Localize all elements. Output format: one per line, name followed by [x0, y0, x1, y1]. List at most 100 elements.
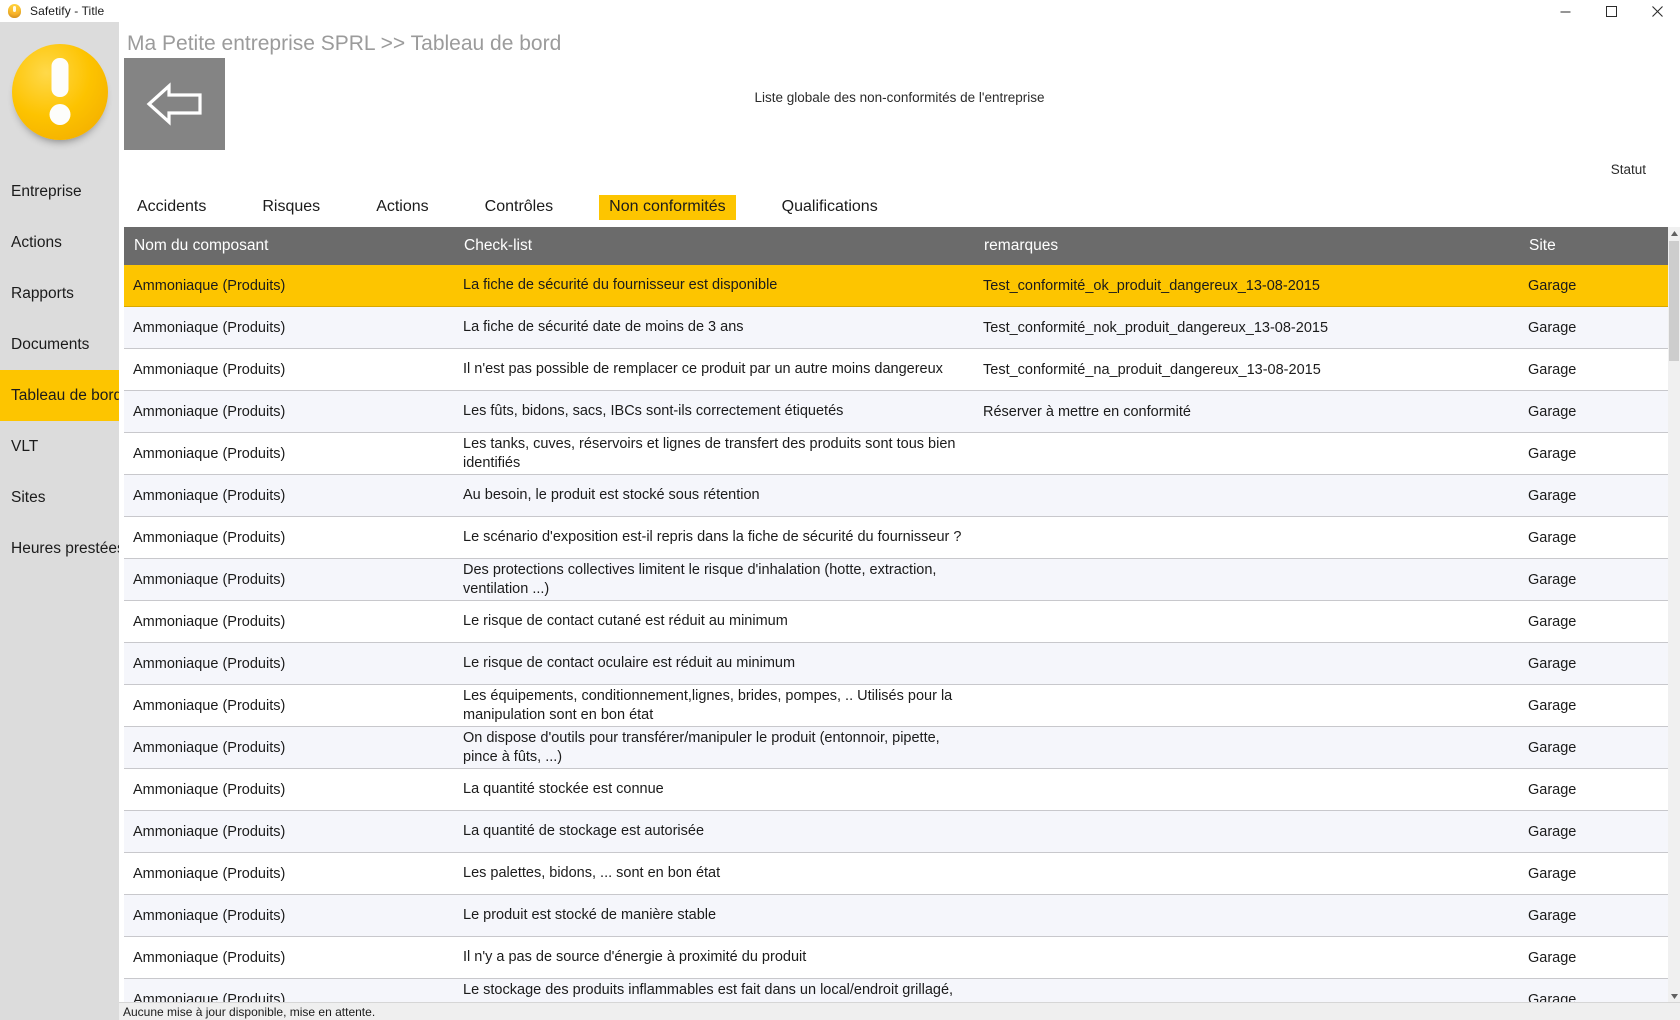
cell-nom-du-composant: Ammoniaque (Produits)	[133, 655, 286, 672]
cell-check-list: Le scénario d'exposition est-il repris d…	[463, 529, 962, 546]
close-icon[interactable]	[1634, 0, 1680, 22]
cell-site: Garage	[1528, 739, 1577, 756]
cell-nom-du-composant: Ammoniaque (Produits)	[133, 487, 286, 504]
table-row[interactable]: Ammoniaque (Produits) La fiche de sécurit…	[124, 307, 1668, 349]
status-bar: Aucune mise à jour disponible, mise en a…	[119, 1002, 1680, 1020]
column-header-site[interactable]: Site	[1519, 237, 1668, 255]
cell-check-list: Le produit est stocké de manière stable	[463, 907, 717, 924]
cell-check-list: Les fûts, bidons, sacs, IBCs sont-ils co…	[463, 403, 844, 420]
cell-nom-du-composant: Ammoniaque (Produits)	[133, 277, 286, 294]
sidebar-item-heures-prest-es[interactable]: Heures prestées	[0, 523, 119, 574]
cell-check-list: Le risque de contact cutané est réduit a…	[463, 613, 788, 630]
cell-site: Garage	[1528, 823, 1577, 840]
cell-site: Garage	[1528, 487, 1577, 504]
chevron-up-icon[interactable]	[1668, 227, 1680, 239]
tab-non-conformit-s[interactable]: Non conformités	[599, 195, 736, 220]
cell-check-list: On dispose d'outils pour transférer/mani…	[463, 729, 940, 765]
sidebar-item-documents[interactable]: Documents	[0, 319, 119, 370]
sidebar-item-actions[interactable]: Actions	[0, 217, 119, 268]
vertical-scrollbar[interactable]	[1668, 227, 1680, 1002]
chevron-down-icon[interactable]	[1668, 990, 1680, 1002]
table-row[interactable]: Ammoniaque (Produits) La quantité de stoc…	[124, 811, 1668, 853]
statut-label: Statut	[1610, 162, 1646, 177]
table-row[interactable]: Ammoniaque (Produits) Les équipements, co…	[124, 685, 1668, 727]
bulb-icon	[7, 3, 23, 19]
table-row[interactable]: Ammoniaque (Produits) Il n'est pas possib…	[124, 349, 1668, 391]
title-bar: Safetify - Title	[0, 0, 1680, 22]
window-title: Safetify - Title	[30, 4, 105, 18]
table-row[interactable]: Ammoniaque (Produits) Le risque de contac…	[124, 643, 1668, 685]
table-row[interactable]: Ammoniaque (Produits) Les tanks, cuves, r…	[124, 433, 1668, 475]
cell-check-list: Il n'est pas possible de remplacer ce pr…	[463, 361, 943, 378]
back-arrow-icon	[145, 82, 205, 126]
page-title: Liste globale des non-conformités de l'e…	[754, 90, 1045, 105]
sidebar-item-label: Sites	[11, 488, 46, 506]
tab-actions[interactable]: Actions	[366, 195, 438, 220]
tab-qualifications[interactable]: Qualifications	[772, 195, 888, 220]
cell-check-list: Le risque de contact oculaire est réduit…	[463, 655, 796, 672]
cell-remarques: Réserver à mettre en conformité	[983, 403, 1191, 420]
sidebar-item-vlt[interactable]: VLT	[0, 421, 119, 472]
sidebar-item-label: VLT	[11, 437, 39, 455]
cell-check-list: Les palettes, bidons, ... sont en bon ét…	[463, 865, 721, 882]
cell-site: Garage	[1528, 277, 1577, 294]
cell-check-list: Il n'y a pas de source d'énergie à proxi…	[463, 949, 807, 966]
cell-nom-du-composant: Ammoniaque (Produits)	[133, 991, 286, 1003]
table-row[interactable]: Ammoniaque (Produits) Le stockage des pro…	[124, 979, 1668, 1002]
cell-check-list: La quantité de stockage est autorisée	[463, 823, 705, 840]
cell-nom-du-composant: Ammoniaque (Produits)	[133, 445, 286, 462]
cell-site: Garage	[1528, 445, 1577, 462]
cell-site: Garage	[1528, 865, 1577, 882]
table-row[interactable]: Ammoniaque (Produits) Les palettes, bidon…	[124, 853, 1668, 895]
cell-nom-du-composant: Ammoniaque (Produits)	[133, 739, 286, 756]
cell-site: Garage	[1528, 991, 1577, 1003]
minimize-icon[interactable]	[1542, 0, 1588, 22]
sidebar-item-tableau-de-bord[interactable]: Tableau de bord	[0, 370, 119, 421]
table-row[interactable]: Ammoniaque (Produits) Le risque de contac…	[124, 601, 1668, 643]
sidebar-item-rapports[interactable]: Rapports	[0, 268, 119, 319]
column-header-nom-du-composant[interactable]: Nom du composant	[124, 237, 454, 255]
table-row[interactable]: Ammoniaque (Produits) Les fûts, bidons, s…	[124, 391, 1668, 433]
sidebar-item-label: Heures prestées	[11, 539, 119, 557]
cell-check-list: Des protections collectives limitent le …	[463, 561, 937, 597]
safetify-exclamation-logo	[0, 22, 119, 162]
table-row[interactable]: Ammoniaque (Produits) La quantité stockée…	[124, 769, 1668, 811]
app-body: Entreprise Actions Rapports Documents Tablea…	[0, 22, 1680, 1020]
table-row[interactable]: Ammoniaque (Produits) On dispose d'outils…	[124, 727, 1668, 769]
cell-nom-du-composant: Ammoniaque (Produits)	[133, 613, 286, 630]
table-row[interactable]: Ammoniaque (Produits) Au besoin, le produ…	[124, 475, 1668, 517]
tab-risques[interactable]: Risques	[252, 195, 330, 220]
table-row[interactable]: Ammoniaque (Produits) Il n'y a pas de sou…	[124, 937, 1668, 979]
tab-accidents[interactable]: Accidents	[127, 195, 216, 220]
table-row[interactable]: Ammoniaque (Produits) Des protections col…	[124, 559, 1668, 601]
cell-remarques: Test_conformité_na_produit_dangereux_13-…	[983, 361, 1321, 378]
table-row[interactable]: Ammoniaque (Produits) La fiche de sécurit…	[124, 265, 1668, 307]
sidebar-item-sites[interactable]: Sites	[0, 472, 119, 523]
cell-nom-du-composant: Ammoniaque (Produits)	[133, 823, 286, 840]
column-header-check-list[interactable]: Check-list	[454, 236, 974, 256]
main-content: Ma Petite entreprise SPRL >> Tableau de …	[119, 22, 1680, 1020]
scrollbar-thumb[interactable]	[1669, 241, 1679, 361]
cell-check-list: Les équipements, conditionnement,lignes,…	[463, 687, 953, 723]
cell-site: Garage	[1528, 949, 1577, 966]
cell-check-list: Le stockage des produits inflammables es…	[463, 981, 954, 1002]
table-row[interactable]: Ammoniaque (Produits) Le produit est stoc…	[124, 895, 1668, 937]
cell-nom-du-composant: Ammoniaque (Produits)	[133, 907, 286, 924]
table-row[interactable]: Ammoniaque (Produits) Le scénario d'expos…	[124, 517, 1668, 559]
cell-site: Garage	[1528, 319, 1577, 336]
cell-site: Garage	[1528, 613, 1577, 630]
sidebar-nav: Entreprise Actions Rapports Documents Tablea…	[0, 166, 119, 574]
cell-nom-du-composant: Ammoniaque (Produits)	[133, 865, 286, 882]
back-button[interactable]	[124, 58, 225, 150]
maximize-icon[interactable]	[1588, 0, 1634, 22]
sidebar-item-entreprise[interactable]: Entreprise	[0, 166, 119, 217]
tab-contr-les[interactable]: Contrôles	[475, 195, 563, 220]
non-conformities-table: Nom du composant Check-list remarques Si…	[124, 227, 1668, 1002]
cell-site: Garage	[1528, 361, 1577, 378]
cell-nom-du-composant: Ammoniaque (Produits)	[133, 319, 286, 336]
cell-check-list: Les tanks, cuves, réservoirs et lignes d…	[463, 435, 956, 471]
table-header-row: Nom du composant Check-list remarques Si…	[124, 227, 1668, 265]
column-header-remarques[interactable]: remarques	[974, 237, 1519, 255]
cell-nom-du-composant: Ammoniaque (Produits)	[133, 403, 286, 420]
cell-check-list: La fiche de sécurité date de moins de 3 …	[463, 319, 744, 336]
